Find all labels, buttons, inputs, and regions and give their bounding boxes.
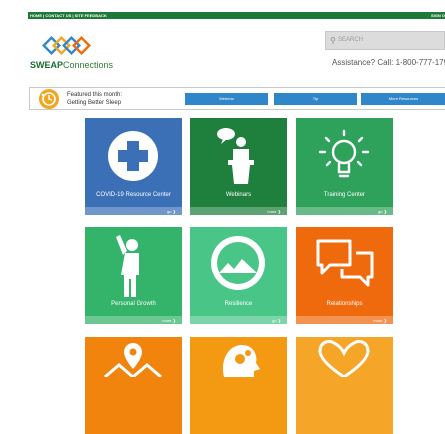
- tile-label: Relationships: [326, 301, 363, 307]
- tile-row3-left[interactable]: [85, 337, 182, 434]
- cross-icon: [108, 131, 158, 181]
- tile-label: Personal Growth: [111, 301, 156, 307]
- logo-wordmark: SWEAPConnections: [30, 60, 113, 70]
- assistance-phone: Assistance? Call: 1-800-777-179: [332, 58, 445, 67]
- tile-footer: more ❯: [85, 316, 182, 324]
- tile-personal-growth[interactable]: Personal Growth more ❯: [85, 227, 182, 324]
- tile-covid-resource-center[interactable]: COVID-19 Resource Center go ❯: [85, 118, 182, 215]
- tile-go-link[interactable]: go ❯: [378, 209, 387, 214]
- sweap-logo[interactable]: SWEAPConnections: [30, 36, 113, 72]
- tile-resilience[interactable]: Resilience go ❯: [190, 227, 287, 324]
- speech-bubbles-icon: [316, 239, 374, 287]
- webinar-button[interactable]: Webinar: [185, 93, 268, 105]
- search-icon: ⚲: [330, 36, 336, 45]
- sign-out-link[interactable]: SIGN O: [431, 12, 445, 19]
- featured-heading: Featured this month:: [67, 92, 123, 98]
- search-box[interactable]: ⚲ SEARCH: [325, 31, 445, 50]
- person-arm-raised-icon: [116, 235, 139, 297]
- featured-topic[interactable]: Getting Better Sleep: [67, 99, 122, 107]
- logo-suffix: Connections: [63, 60, 114, 70]
- tile-footer: more ❯: [190, 207, 287, 215]
- tile-row3-middle[interactable]: [190, 337, 287, 434]
- tile-row3-right[interactable]: [296, 337, 393, 434]
- featured-banner: Featured this month: Getting Better Slee…: [29, 87, 445, 110]
- more-resources-button[interactable]: More Resources: [361, 93, 445, 105]
- tile-footer: go ❯: [190, 316, 287, 324]
- mountain-sun-icon: [211, 236, 265, 290]
- logo-brand: SWEAP: [30, 60, 64, 70]
- speaker-podium-icon: [217, 128, 254, 184]
- top-nav-bar: HOME | CONTACT US | SITE FEEDBACK SIGN O: [28, 12, 445, 19]
- featured-text: Featured this month: Getting Better Slee…: [67, 91, 122, 107]
- diamond-chain-icon: [42, 36, 91, 55]
- map-pin-icon: [104, 343, 162, 377]
- top-nav-links[interactable]: HOME | CONTACT US | SITE FEEDBACK: [30, 12, 107, 19]
- tile-webinars[interactable]: Webinars more ❯: [190, 118, 287, 215]
- tile-label: Resilience: [224, 301, 253, 307]
- tile-footer: go ❯: [85, 207, 182, 215]
- head-gears-icon: [222, 345, 260, 377]
- tile-relationships[interactable]: Relationships more ❯: [296, 227, 393, 324]
- tile-footer: go ❯: [296, 207, 393, 215]
- search-input[interactable]: SEARCH: [338, 37, 363, 43]
- lightbulb-icon: [318, 129, 370, 178]
- tile-label: Webinars: [225, 192, 252, 198]
- tile-label: Training Center: [323, 192, 366, 198]
- tile-more-link[interactable]: more ❯: [373, 318, 387, 323]
- tile-go-link[interactable]: go ❯: [167, 209, 176, 214]
- heart-icon: [318, 339, 370, 377]
- tile-go-link[interactable]: go ❯: [272, 318, 281, 323]
- tile-label: COVID-19 Resource Center: [96, 192, 171, 198]
- tile-footer: more ❯: [296, 316, 393, 324]
- tip-button[interactable]: Tip: [274, 93, 357, 105]
- tile-training-center[interactable]: Training Center go ❯: [296, 118, 393, 215]
- tile-more-link[interactable]: more ❯: [267, 209, 281, 214]
- tile-more-link[interactable]: more ❯: [162, 318, 176, 323]
- moon-clock-icon: [39, 89, 59, 109]
